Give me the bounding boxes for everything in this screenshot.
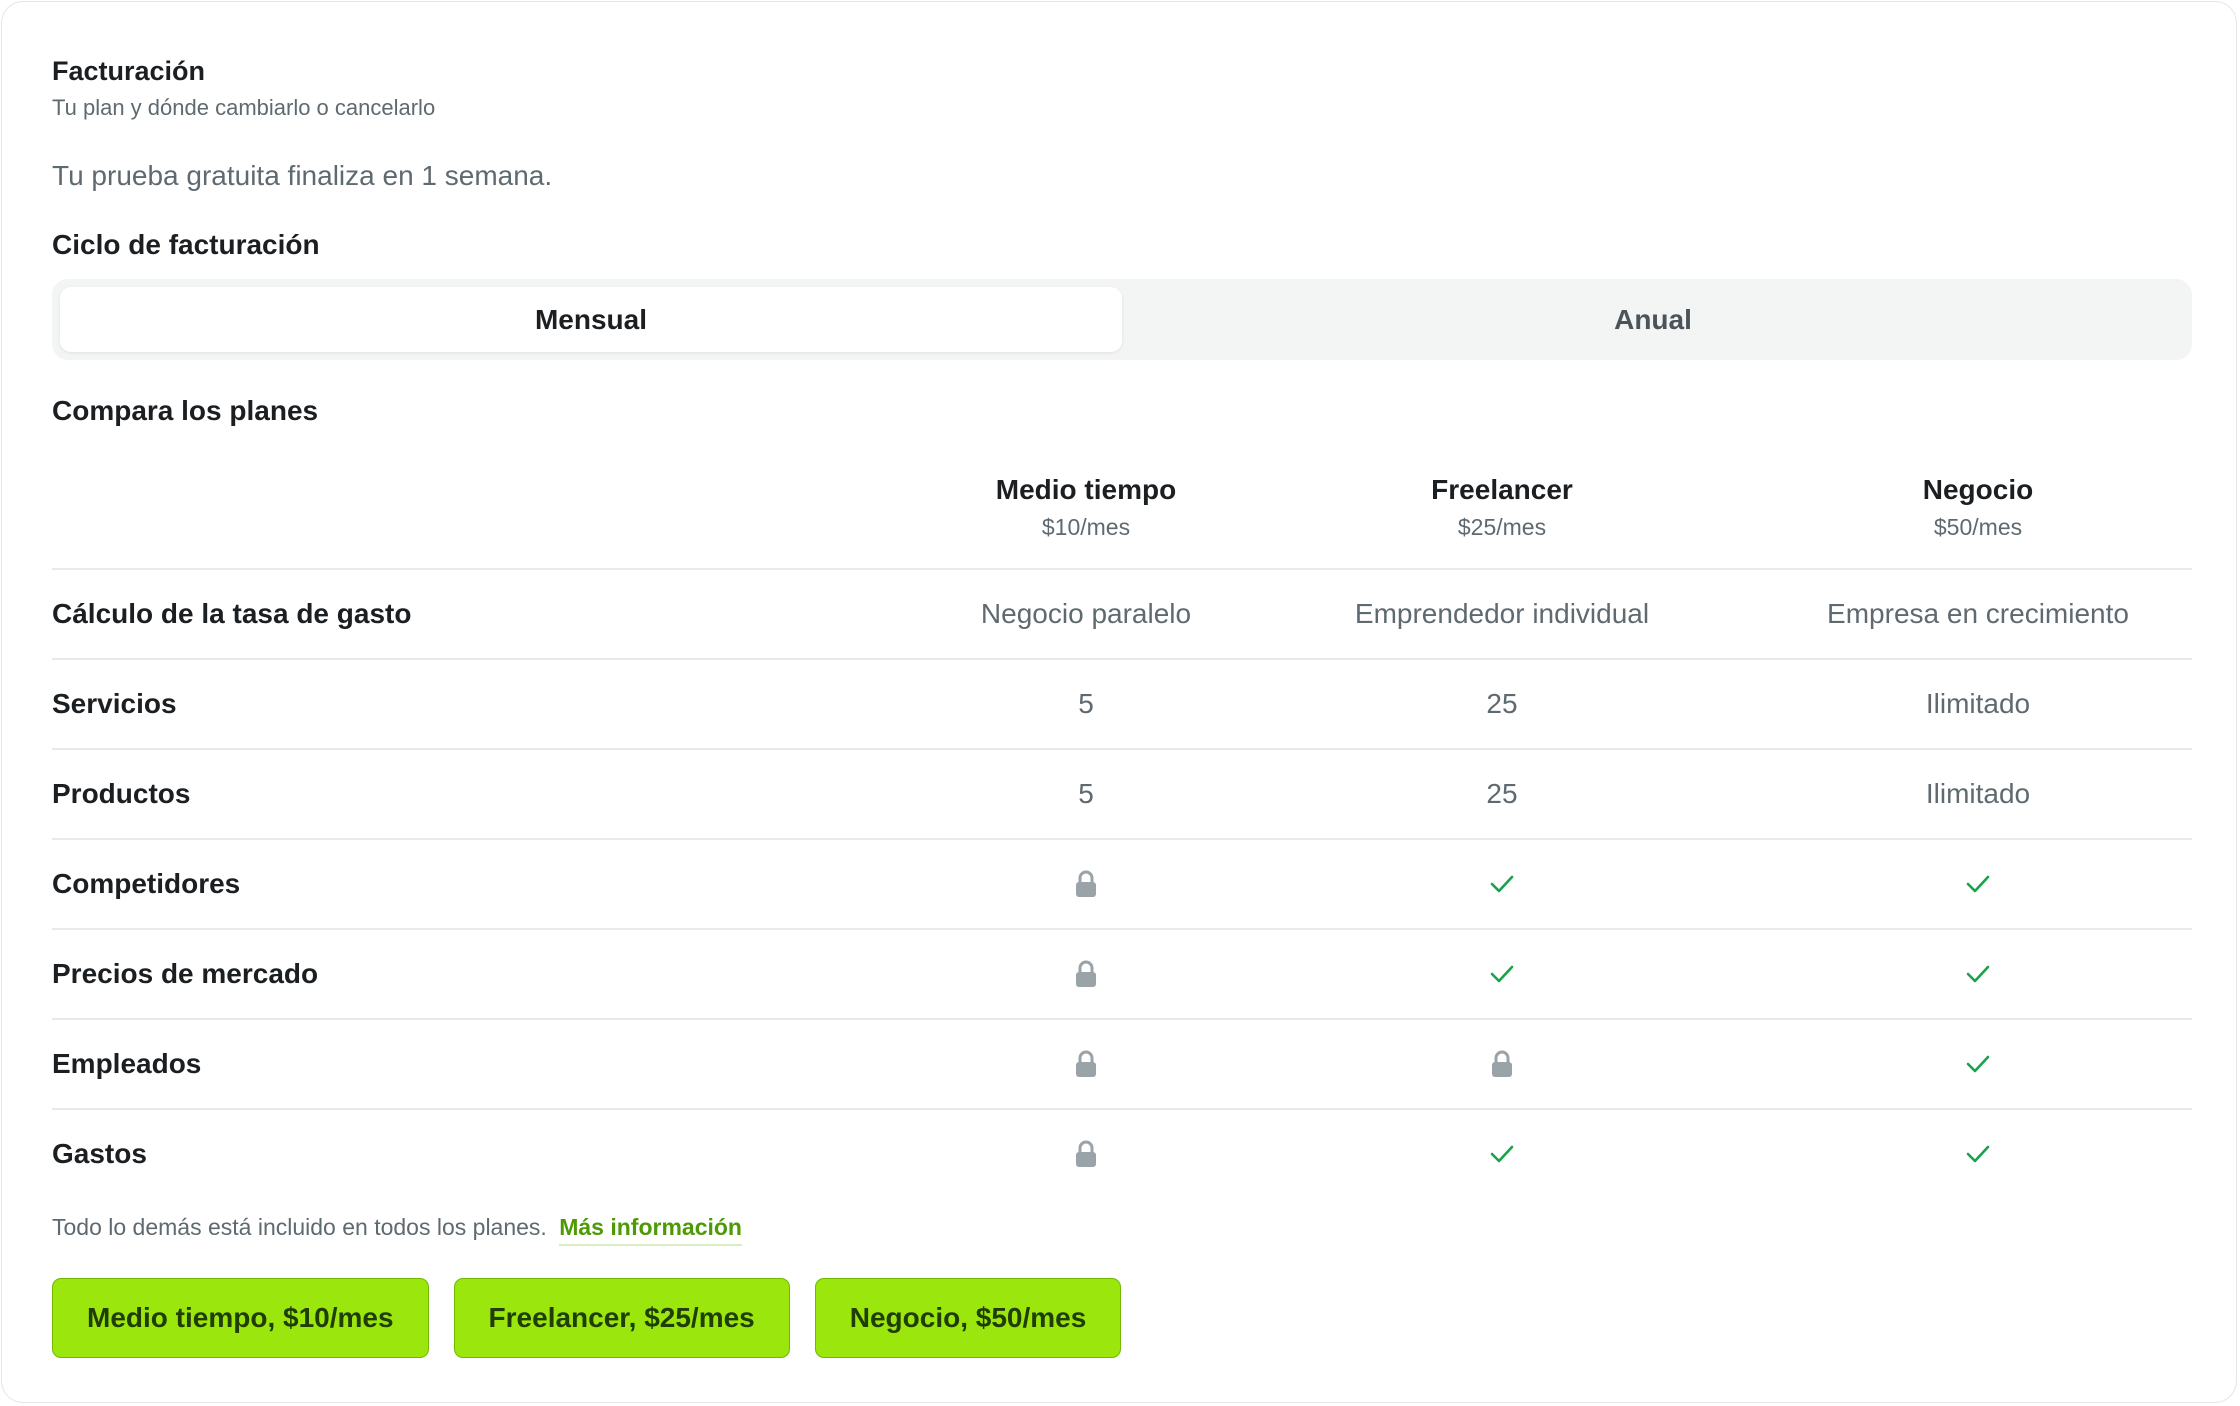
lock-icon bbox=[1482, 1020, 1522, 1108]
table-cell: Ilimitado bbox=[1925, 778, 2031, 809]
lock-icon bbox=[1066, 1020, 1106, 1108]
plan-buttons: Medio tiempo, $10/mes Freelancer, $25/me… bbox=[52, 1278, 1122, 1358]
check-icon bbox=[1958, 1020, 1998, 1108]
table-row: Servicios 5 25 Ilimitado bbox=[52, 660, 2192, 748]
check-icon bbox=[1482, 930, 1522, 1018]
plan-price: $25/mes bbox=[1457, 514, 1547, 540]
row-label: Empleados bbox=[52, 1048, 202, 1079]
table-cell: 5 bbox=[1078, 778, 1094, 809]
check-icon bbox=[1958, 840, 1998, 928]
table-row: Gastos bbox=[52, 1110, 2192, 1198]
check-icon bbox=[1958, 930, 1998, 1018]
table-row: Precios de mercado bbox=[52, 930, 2192, 1018]
choose-part-time-button[interactable]: Medio tiempo, $10/mes bbox=[52, 1278, 429, 1358]
check-icon bbox=[1482, 1110, 1522, 1198]
table-cell: 25 bbox=[1486, 688, 1518, 719]
plans-footnote: Todo lo demás está incluido en todos los… bbox=[52, 1214, 742, 1246]
choose-business-button[interactable]: Negocio, $50/mes bbox=[814, 1278, 1122, 1358]
table-cell: Emprendedor individual bbox=[1354, 598, 1650, 629]
plan-price: $10/mes bbox=[1041, 514, 1131, 540]
cycle-option-monthly[interactable]: Mensual bbox=[60, 287, 1122, 352]
row-label: Competidores bbox=[52, 868, 241, 899]
compare-plans-label: Compara los planes bbox=[52, 395, 319, 426]
table-row: Competidores bbox=[52, 840, 2192, 928]
lock-icon bbox=[1066, 930, 1106, 1018]
table-cell: Empresa en crecimiento bbox=[1827, 598, 2129, 629]
row-label: Precios de mercado bbox=[52, 958, 319, 989]
row-label: Gastos bbox=[52, 1138, 147, 1169]
billing-cycle-toggle: Mensual Anual bbox=[52, 279, 2192, 360]
billing-cycle-label: Ciclo de facturación bbox=[52, 229, 320, 260]
check-icon bbox=[1958, 1110, 1998, 1198]
table-cell: Negocio paralelo bbox=[980, 598, 1192, 629]
table-row: Empleados bbox=[52, 1020, 2192, 1108]
plan-name: Medio tiempo bbox=[995, 474, 1177, 505]
table-row: Cálculo de la tasa de gasto Negocio para… bbox=[52, 570, 2192, 658]
choose-freelancer-button[interactable]: Freelancer, $25/mes bbox=[453, 1278, 790, 1358]
table-cell: 25 bbox=[1486, 778, 1518, 809]
billing-title: Facturación bbox=[52, 56, 206, 86]
row-label: Cálculo de la tasa de gasto bbox=[52, 598, 412, 629]
table-cell: Ilimitado bbox=[1925, 688, 2031, 719]
plan-name: Freelancer bbox=[1431, 474, 1573, 505]
plan-price: $50/mes bbox=[1933, 514, 2023, 540]
lock-icon bbox=[1066, 1110, 1106, 1198]
footnote-text: Todo lo demás está incluido en todos los… bbox=[52, 1214, 547, 1240]
check-icon bbox=[1482, 840, 1522, 928]
plan-header-business: Negocio $50/mes bbox=[1923, 474, 2033, 541]
plan-header-freelancer: Freelancer $25/mes bbox=[1431, 474, 1573, 541]
table-cell: 5 bbox=[1078, 688, 1094, 719]
billing-card: Facturación Tu plan y dónde cambiarlo o … bbox=[1, 1, 2237, 1403]
plan-header-part-time: Medio tiempo $10/mes bbox=[996, 474, 1176, 541]
lock-icon bbox=[1066, 840, 1106, 928]
more-info-link[interactable]: Más información bbox=[559, 1214, 742, 1246]
row-label: Servicios bbox=[52, 688, 177, 719]
table-row: Productos 5 25 Ilimitado bbox=[52, 750, 2192, 838]
row-label: Productos bbox=[52, 778, 191, 809]
trial-notice: Tu prueba gratuita finaliza en 1 semana. bbox=[52, 160, 553, 191]
cycle-option-annual[interactable]: Anual bbox=[1122, 287, 2184, 352]
plan-name: Negocio bbox=[1922, 474, 2034, 505]
billing-subtitle: Tu plan y dónde cambiarlo o cancelarlo bbox=[52, 95, 436, 120]
